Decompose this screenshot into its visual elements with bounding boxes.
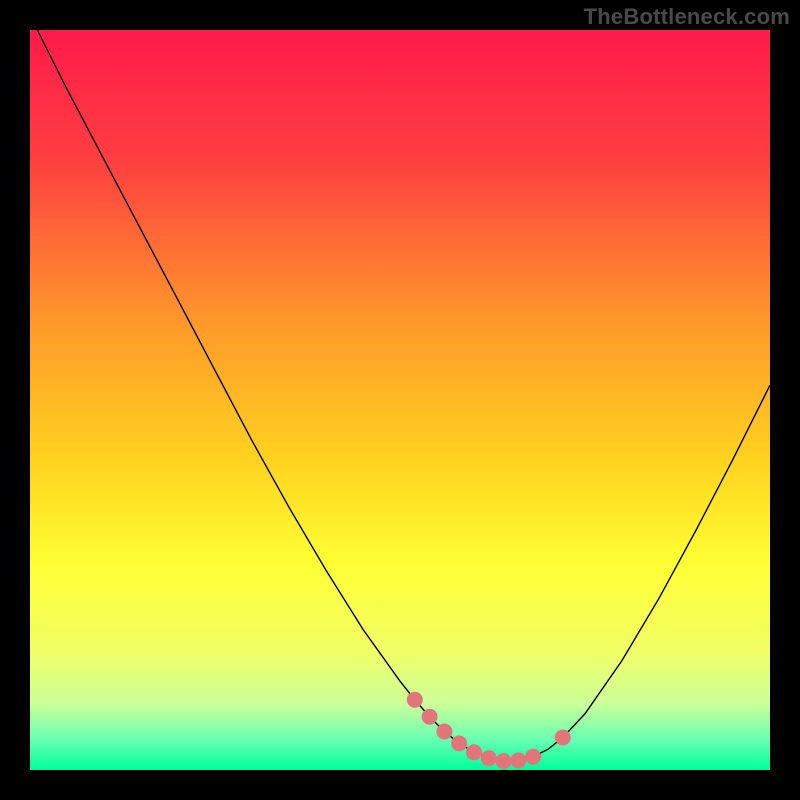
marker-dot (466, 744, 482, 760)
marker-dot (510, 752, 526, 768)
watermark-text: TheBottleneck.com (584, 4, 790, 30)
marker-dot (555, 729, 571, 745)
marker-dot (481, 750, 497, 766)
chart-frame: TheBottleneck.com (0, 0, 800, 800)
bottleneck-chart (0, 0, 800, 800)
marker-dot (451, 735, 467, 751)
marker-dot (407, 692, 423, 708)
marker-dot (525, 749, 541, 765)
marker-dot (436, 724, 452, 740)
plot-background (30, 30, 770, 770)
marker-dot (422, 709, 438, 725)
marker-dot (496, 753, 512, 769)
